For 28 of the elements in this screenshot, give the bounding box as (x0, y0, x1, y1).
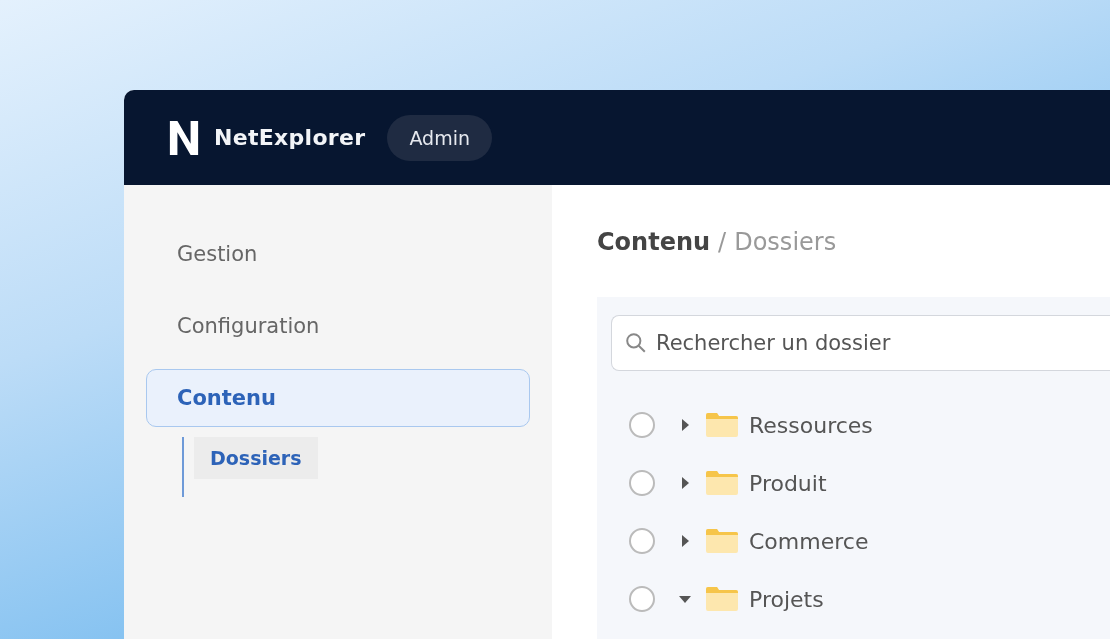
search-field[interactable]: Rechercher un dossier (611, 315, 1110, 371)
radio-button[interactable] (629, 470, 655, 496)
search-icon (625, 332, 647, 354)
breadcrumb-separator: / (718, 228, 727, 256)
breadcrumb-item: Dossiers (734, 228, 837, 256)
radio-button[interactable] (629, 528, 655, 554)
caret-icon[interactable] (679, 593, 691, 605)
folder-name[interactable]: Produit (749, 470, 827, 496)
caret-icon[interactable] (679, 477, 691, 489)
sidebar-subitem[interactable]: Dossiers (194, 437, 318, 479)
caret-icon[interactable] (679, 535, 691, 547)
role-badge: Admin (387, 114, 492, 161)
caret-icon[interactable] (679, 419, 691, 431)
folder-name[interactable]: Ressources (749, 412, 873, 438)
sidebar-item[interactable]: Configuration (146, 297, 530, 355)
folder-icon (705, 470, 739, 496)
folder-icon (705, 528, 739, 554)
sidebar-item[interactable]: Contenu (146, 369, 530, 427)
folder-name[interactable]: Commerce (749, 528, 869, 554)
folder-name[interactable]: Projets (749, 586, 824, 612)
app-name: NetExplorer (214, 125, 366, 150)
folder-icon (705, 586, 739, 612)
radio-button[interactable] (629, 412, 655, 438)
folder-icon (705, 412, 739, 438)
sidebar-item[interactable]: Gestion (146, 225, 530, 283)
radio-button[interactable] (629, 586, 655, 612)
breadcrumb-item[interactable]: Contenu (597, 228, 711, 256)
logo-icon (168, 118, 200, 157)
